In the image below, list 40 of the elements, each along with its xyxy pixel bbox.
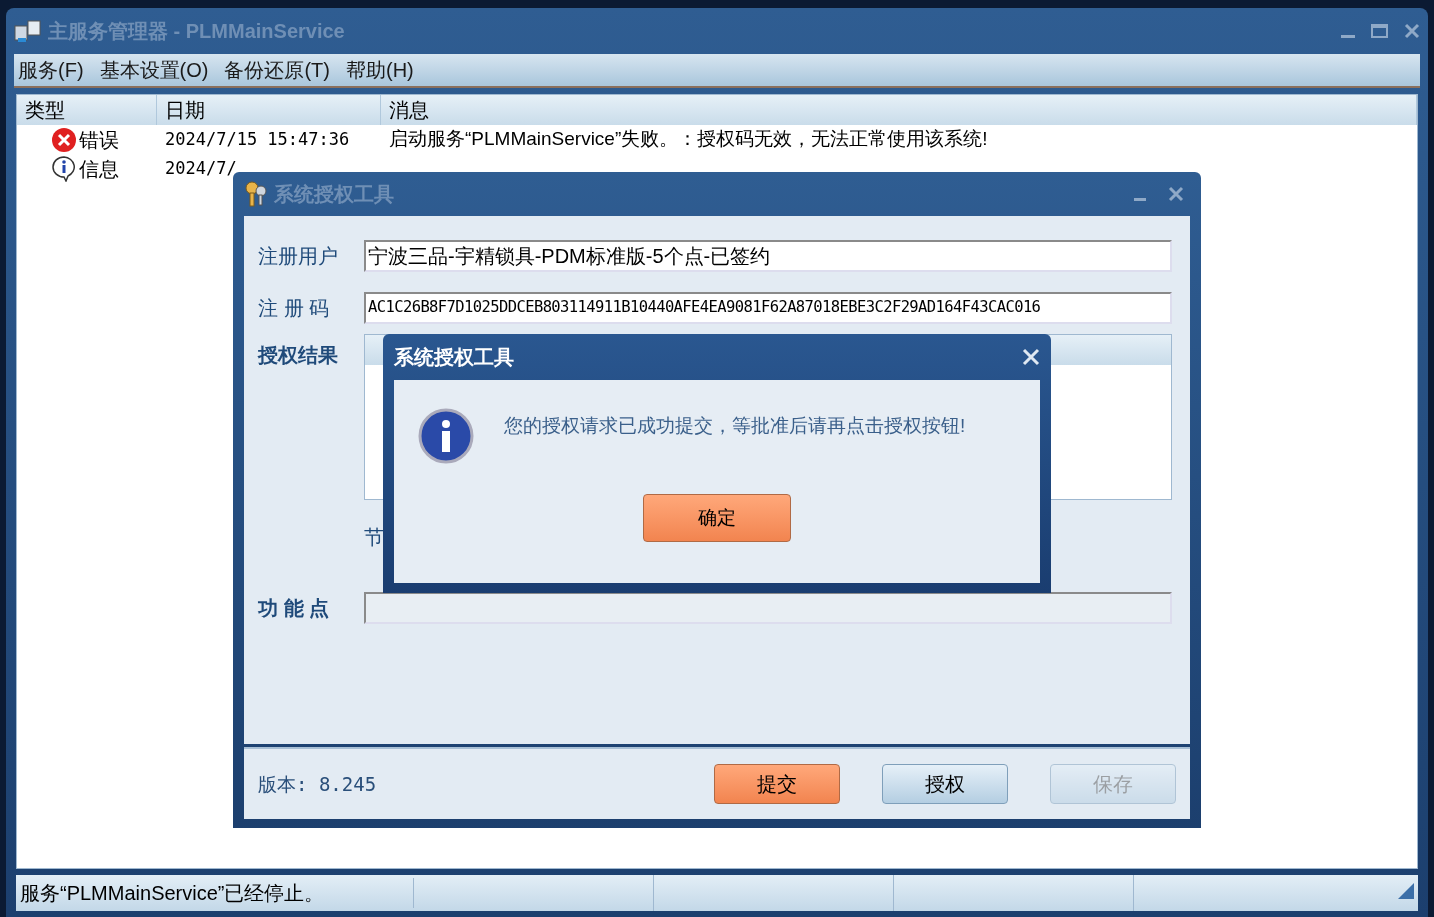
menu-item[interactable]: 帮助(H) xyxy=(346,55,414,85)
menu-item[interactable]: 基本设置(O) xyxy=(99,55,209,85)
table-cell-text: 信息 xyxy=(79,156,119,182)
keys-icon xyxy=(244,181,268,207)
info-icon xyxy=(51,155,77,182)
message-text: 您的授权请求已成功提交，等批准后请再点击授权按钮! xyxy=(504,414,966,438)
field-label: 节 xyxy=(364,525,384,550)
ok-button[interactable]: 确定 xyxy=(643,494,791,542)
column-header[interactable]: 消息 xyxy=(381,95,1417,125)
server-icon xyxy=(14,18,42,44)
info-icon xyxy=(418,408,474,464)
close-icon[interactable] xyxy=(1404,23,1420,39)
action-button[interactable]: 授权 xyxy=(882,764,1008,804)
dialog-title: 系统授权工具 xyxy=(274,182,394,207)
field-label: 授权结果 xyxy=(258,343,339,368)
dialog-title: 系统授权工具 xyxy=(394,345,514,370)
input-field[interactable] xyxy=(364,592,1172,624)
close-icon[interactable] xyxy=(1168,186,1184,202)
input-field[interactable]: 宁波三品-宇精锁具-PDM标准版-5个点-已签约 xyxy=(364,240,1172,272)
table-cell-text: 启动服务“PLMMainService”失败。：授权码无效，无法正常使用该系统! xyxy=(388,127,989,152)
field-label: 注 册 码 xyxy=(258,296,331,321)
field-label: 注册用户 xyxy=(258,244,339,269)
table-cell-text: 错误 xyxy=(79,127,119,153)
minimize-icon[interactable] xyxy=(1341,34,1355,38)
column-header[interactable]: 日期 xyxy=(157,95,381,125)
version-label: 版本: 8.245 xyxy=(258,771,377,797)
table-cell-text: 2024/7/15 15:47:36 xyxy=(164,127,351,151)
column-header[interactable]: 类型 xyxy=(17,95,157,125)
menu-item[interactable]: 备份还原(T) xyxy=(224,55,330,85)
input-field[interactable]: AC1C26B8F7D1025DDCEB803114911B10440AFE4EA9081F62A87018EBE3C2F29AD164F43CAC016 xyxy=(364,292,1172,324)
action-button[interactable]: 提交 xyxy=(714,764,840,804)
maximize-icon[interactable] xyxy=(1371,24,1388,38)
error-icon xyxy=(51,126,77,153)
minimize-icon[interactable] xyxy=(1134,197,1146,201)
window-title: 主服务管理器 - PLMMainService xyxy=(48,19,345,44)
status-text: 服务“PLMMainService”已经停止。 xyxy=(16,878,414,908)
field-label: 功 能 点 xyxy=(258,596,331,621)
menu-item[interactable]: 服务(F) xyxy=(18,55,84,85)
table-cell-text: 2024/7/ xyxy=(164,156,238,180)
resize-grip-icon[interactable] xyxy=(1398,883,1414,899)
